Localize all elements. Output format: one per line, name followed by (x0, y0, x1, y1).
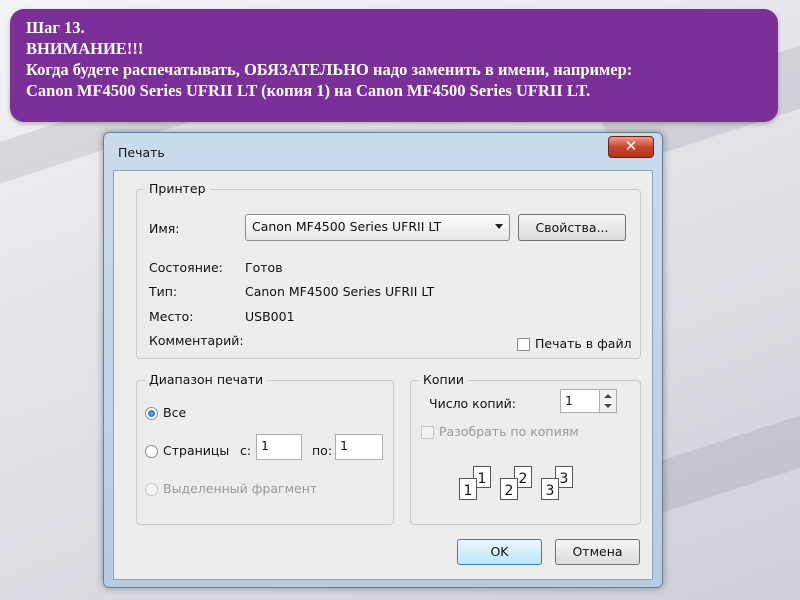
ok-button-label: OK (490, 544, 509, 559)
background-band (639, 374, 800, 516)
dialog-title: Печать (118, 145, 165, 160)
close-button[interactable]: ✕ (608, 136, 654, 158)
properties-button[interactable]: Свойства... (518, 214, 626, 241)
copies-count-value: 1 (565, 393, 573, 408)
range-pages-label[interactable]: Страницы (163, 443, 229, 458)
copies-legend: Копии (419, 372, 468, 387)
collate-page-number: 2 (518, 471, 528, 487)
collate-page-number: 3 (559, 471, 569, 487)
banner-step: Шаг 13. (26, 18, 85, 37)
collate-page-front: 2 (500, 478, 518, 500)
printer-name-select[interactable]: Canon MF4500 Series UFRII LT (245, 214, 510, 241)
dialog-client-area: Принтер Имя: Canon MF4500 Series UFRII L… (113, 170, 653, 580)
range-pages-radio[interactable] (145, 445, 158, 458)
range-all-label[interactable]: Все (163, 405, 186, 420)
range-selection-radio (145, 483, 158, 496)
copies-count-input[interactable]: 1 (560, 389, 600, 413)
to-input-value: 1 (340, 438, 348, 453)
collate-checkbox (421, 426, 434, 439)
spin-down-icon[interactable] (604, 404, 612, 408)
to-label: по: (312, 443, 333, 458)
banner-instruction: Когда будете распечатывать, ОБЯЗАТЕЛЬНО … (26, 60, 633, 79)
copies-spinner[interactable] (600, 389, 617, 413)
status-value: Готов (245, 260, 283, 275)
spin-up-icon[interactable] (604, 394, 612, 398)
printer-name-value: Canon MF4500 Series UFRII LT (252, 219, 442, 234)
banner-example: Canon MF4500 Series UFRII LT (копия 1) н… (26, 81, 591, 100)
print-to-file-label[interactable]: Печать в файл (535, 336, 632, 351)
collate-page-number: 1 (463, 483, 473, 499)
where-value: USB001 (245, 309, 295, 324)
from-input-value: 1 (261, 438, 269, 453)
collate-page-front: 3 (541, 478, 559, 500)
to-input[interactable]: 1 (335, 434, 383, 460)
cancel-button[interactable]: Отмена (555, 539, 640, 565)
collate-page-number: 3 (545, 483, 555, 499)
instruction-banner: Шаг 13. ВНИМАНИЕ!!! Когда будете распеча… (10, 9, 778, 122)
ok-button[interactable]: OK (457, 539, 542, 565)
from-input[interactable]: 1 (256, 434, 302, 460)
status-label: Состояние: (149, 260, 223, 275)
print-range-group: Диапазон печати Все Страницы с: 1 по: 1 … (136, 372, 394, 525)
dialog-titlebar[interactable]: Печать ✕ (104, 133, 662, 169)
printer-group-legend: Принтер (145, 181, 210, 196)
cancel-button-label: Отмена (572, 544, 623, 559)
type-label: Тип: (149, 284, 178, 299)
from-label: с: (240, 443, 252, 458)
range-selection-label: Выделенный фрагмент (163, 481, 318, 496)
collate-page-number: 1 (477, 471, 487, 487)
chevron-down-icon (495, 224, 503, 229)
print-range-legend: Диапазон печати (145, 372, 268, 387)
printer-group: Принтер Имя: Canon MF4500 Series UFRII L… (136, 181, 641, 359)
banner-warning: ВНИМАНИЕ!!! (26, 39, 144, 58)
where-label: Место: (149, 309, 194, 324)
properties-button-label: Свойства... (535, 220, 609, 235)
range-all-radio[interactable] (145, 407, 158, 420)
comment-label: Комментарий: (149, 333, 244, 348)
printer-name-label: Имя: (149, 221, 180, 236)
copies-count-label: Число копий: (429, 396, 517, 411)
collate-label: Разобрать по копиям (439, 424, 579, 439)
type-value: Canon MF4500 Series UFRII LT (245, 284, 435, 299)
print-to-file-checkbox[interactable] (517, 338, 530, 351)
collate-page-front: 1 (459, 478, 477, 500)
copies-group: Копии Число копий: 1 Разобрать по копиям… (410, 372, 641, 525)
collate-page-number: 2 (504, 483, 514, 499)
close-icon: ✕ (624, 137, 638, 155)
print-dialog: Печать ✕ Принтер Имя: Canon MF4500 Serie… (103, 132, 663, 588)
